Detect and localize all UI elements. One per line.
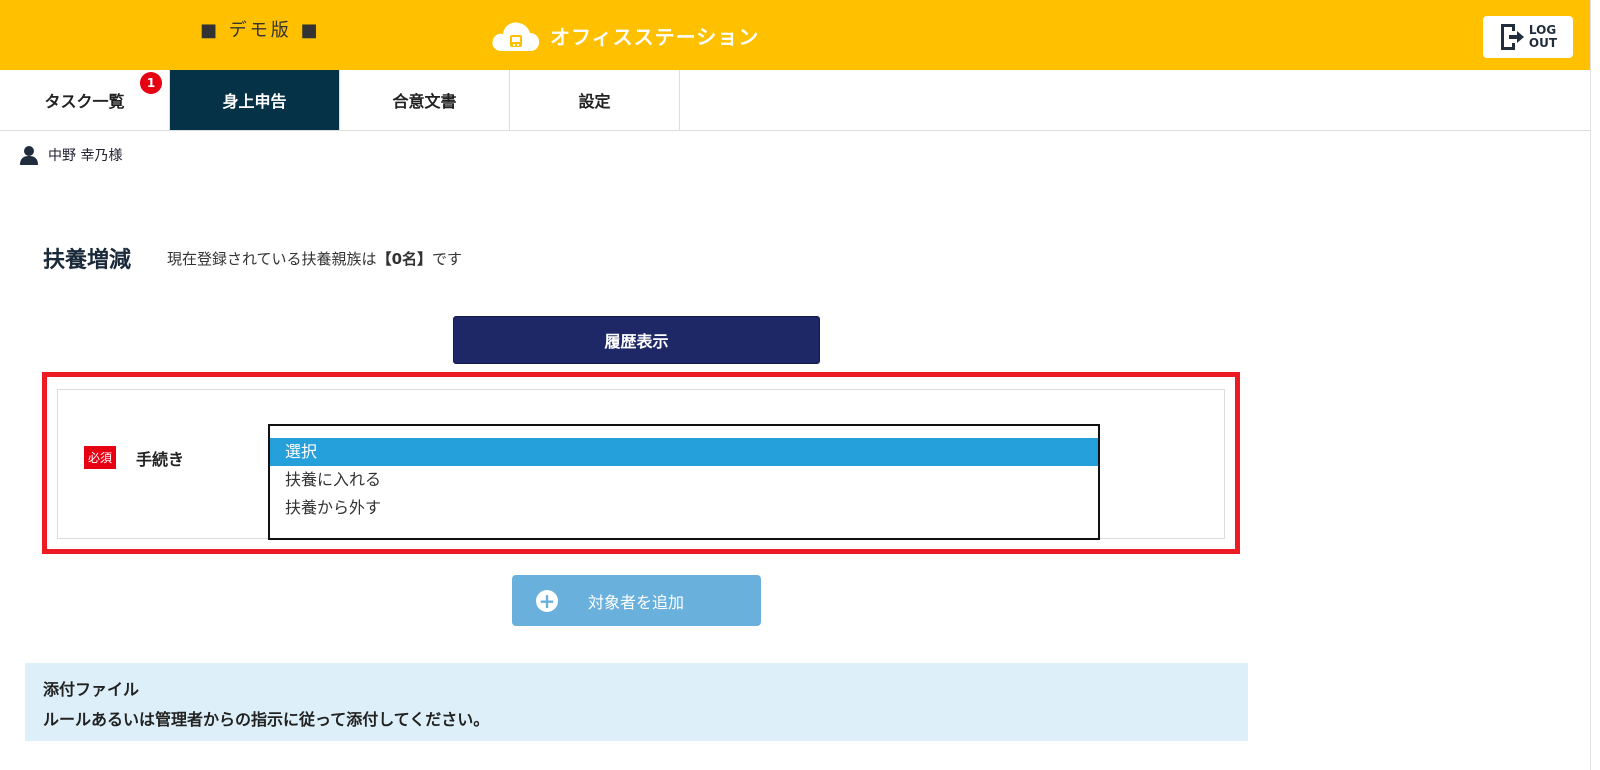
highlight-box: 必須 手続き 選択 扶養に入れる 扶養から外す xyxy=(42,372,1240,554)
history-button[interactable]: 履歴表示 xyxy=(453,316,820,364)
logout-label: LOG OUT xyxy=(1528,23,1558,50)
procedure-select[interactable]: 選択 扶養に入れる 扶養から外す xyxy=(268,424,1100,540)
user-icon xyxy=(20,146,38,165)
app-header: ■ デモ版 ■ オフィスステーション LOG OUT xyxy=(0,0,1600,70)
attachment-title: 添付ファイル xyxy=(43,680,140,699)
tab-personal-declaration[interactable]: 身上申告 xyxy=(170,70,340,130)
attachment-description: ルールあるいは管理者からの指示に従って添付してください。 xyxy=(43,710,490,729)
demo-label: ■ デモ版 ■ xyxy=(200,20,321,41)
section-title: 扶養増減 xyxy=(43,248,132,273)
tab-task-list[interactable]: タスク一覧 1 xyxy=(0,70,170,130)
option-select[interactable]: 選択 xyxy=(270,438,1098,466)
user-name: 中野 幸乃様 xyxy=(48,148,123,164)
procedure-row: 必須 手続き 選択 扶養に入れる 扶養から外す xyxy=(57,389,1225,540)
brand-logo[interactable]: オフィスステーション xyxy=(490,17,759,53)
logout-button[interactable]: LOG OUT xyxy=(1483,16,1573,58)
attachment-panel: 添付ファイル ルールあるいは管理者からの指示に従って添付してください。 xyxy=(25,663,1248,741)
required-badge: 必須 xyxy=(84,446,117,469)
notification-badge: 1 xyxy=(140,72,162,94)
tab-settings[interactable]: 設定 xyxy=(510,70,680,130)
page-scrollbar[interactable] xyxy=(1590,0,1600,770)
brand-name: オフィスステーション xyxy=(550,24,760,49)
option-add-dependent[interactable]: 扶養に入れる xyxy=(270,466,1098,494)
cloud-icon xyxy=(492,22,540,51)
section-description: 現在登録されている扶養親族は【0名】です xyxy=(167,250,463,268)
dependent-count: 【0名】 xyxy=(376,250,432,268)
logout-icon xyxy=(1500,24,1524,50)
tab-agreement-documents[interactable]: 合意文書 xyxy=(340,70,510,130)
user-info: 中野 幸乃様 xyxy=(20,145,122,165)
option-remove-dependent[interactable]: 扶養から外す xyxy=(270,494,1098,522)
procedure-label: 手続き xyxy=(136,450,185,469)
add-target-button[interactable]: + 対象者を追加 xyxy=(512,575,761,626)
main-nav: タスク一覧 1 身上申告 合意文書 設定 xyxy=(0,70,1600,131)
plus-circle-icon: + xyxy=(536,589,558,612)
